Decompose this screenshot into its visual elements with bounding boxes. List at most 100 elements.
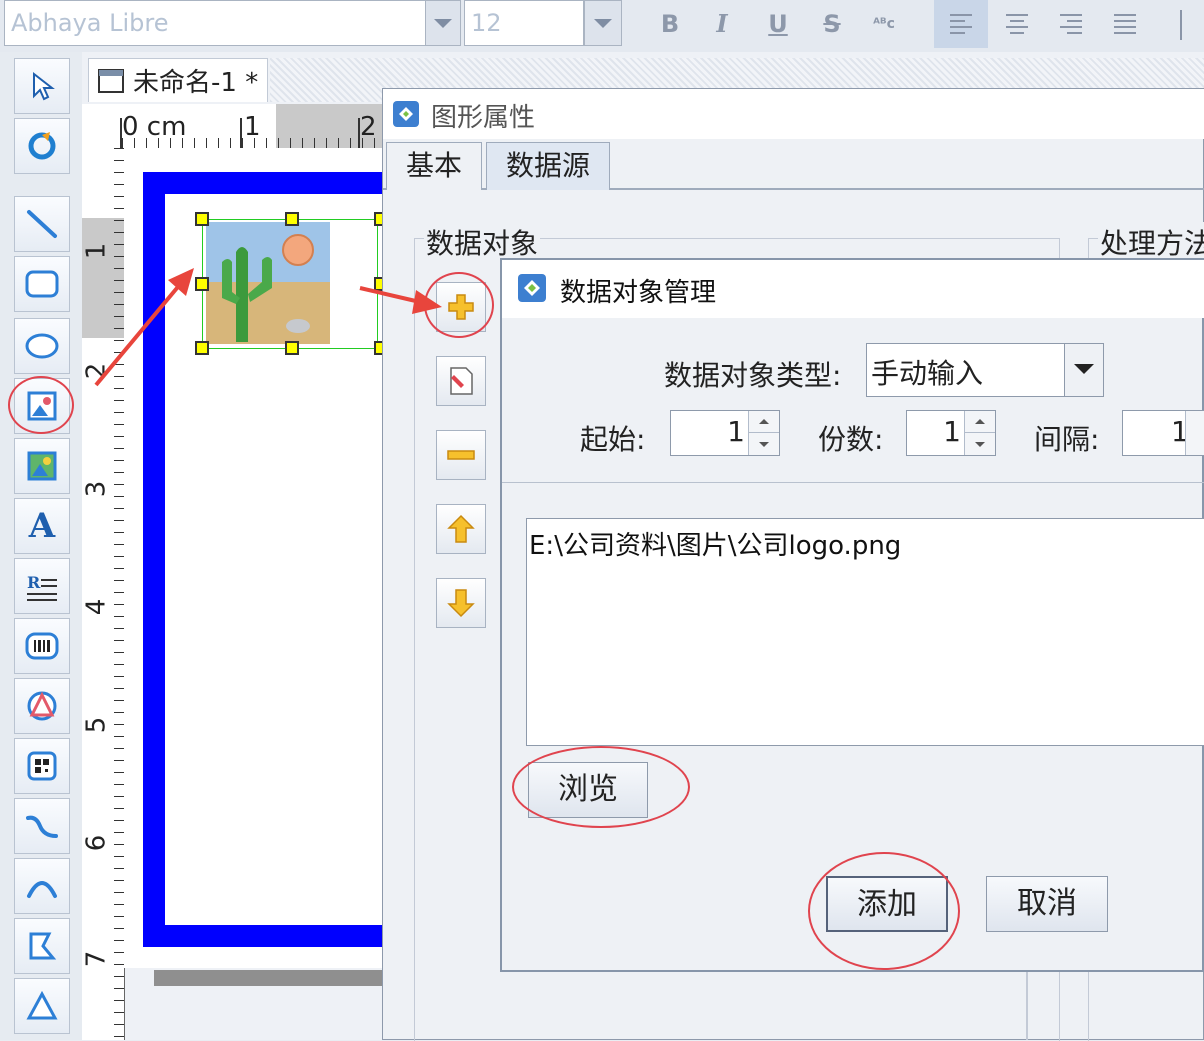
edit-pencil-icon — [450, 367, 473, 395]
align-right-icon — [1060, 14, 1082, 34]
triangle-circle-icon — [27, 691, 57, 721]
ruler-v-number: 5 — [82, 716, 112, 734]
triangle-tool-button[interactable] — [14, 978, 70, 1034]
highlight-circle-add — [424, 272, 494, 338]
data-object-group-label: 数据对象 — [424, 222, 541, 262]
curve-icon — [26, 815, 58, 838]
start-spinner-buttons[interactable] — [748, 411, 779, 455]
divider — [1026, 970, 1028, 1040]
italic-button[interactable]: I — [698, 2, 746, 48]
font-name-field[interactable]: Abhaya Libre — [4, 0, 426, 46]
font-name-dropdown-button[interactable] — [425, 0, 461, 46]
edit-data-object-button[interactable] — [436, 356, 486, 406]
underline-button[interactable]: U — [754, 2, 802, 48]
barcode-icon — [25, 632, 59, 660]
window-icon — [98, 68, 124, 93]
align-justify-button[interactable] — [1098, 0, 1152, 48]
align-center-icon — [1006, 14, 1028, 34]
picture-icon — [27, 451, 57, 481]
ruler-v-number: 3 — [82, 480, 112, 498]
tab-datasource-label: 数据源 — [505, 149, 590, 182]
highlight-circle-image-tool — [8, 376, 74, 434]
align-center-button[interactable] — [990, 0, 1044, 48]
format-toolbar: Abhaya Libre 12 B I U S ᴬᴮc — [0, 0, 1204, 53]
copies-spinner[interactable]: 1 — [906, 410, 996, 456]
resize-handle[interactable] — [195, 341, 209, 355]
barcode-tool-button[interactable] — [14, 618, 70, 674]
strikethrough-button[interactable]: S — [808, 2, 856, 48]
spin-down-icon[interactable] — [749, 433, 779, 455]
picture-tool-button[interactable] — [14, 438, 70, 494]
qr-code-icon — [27, 751, 57, 781]
resize-handle[interactable] — [285, 341, 299, 355]
data-object-dialog-titlebar: 数据对象管理 — [502, 260, 1204, 318]
chevron-down-icon — [434, 19, 452, 28]
horizontal-ruler: 0 cm 1 2 — [82, 104, 382, 149]
superscript-button[interactable]: ᴬᴮc — [860, 2, 908, 48]
start-spinner[interactable]: 1 — [670, 410, 780, 456]
spin-down-icon[interactable] — [965, 433, 995, 455]
move-down-button[interactable] — [436, 578, 486, 628]
arc-tool-button[interactable] — [14, 858, 70, 914]
data-text-area[interactable]: E:\公司资料\图片\公司logo.png — [526, 518, 1204, 746]
curve-tool-button[interactable] — [14, 798, 70, 854]
select-tool-button[interactable] — [14, 58, 70, 114]
font-size-value: 12 — [471, 9, 502, 37]
start-value: 1 — [727, 415, 745, 448]
polygon-icon — [29, 932, 57, 960]
align-right-button[interactable] — [1044, 0, 1098, 48]
resize-handle[interactable] — [195, 212, 209, 226]
rounded-rect-tool-button[interactable] — [14, 256, 70, 312]
tab-datasource[interactable]: 数据源 — [486, 142, 610, 190]
interval-label: 间隔: — [1034, 423, 1100, 456]
cactus-picture-icon — [206, 222, 330, 344]
highlight-circle-add-button — [808, 852, 960, 970]
chevron-down-icon — [1074, 364, 1094, 374]
font-size-field[interactable]: 12 — [464, 0, 584, 46]
arrow-down-icon — [447, 589, 475, 618]
superscript-icon: ᴬᴮc — [873, 16, 895, 32]
document-tab[interactable]: 未命名-1 * — [88, 58, 268, 102]
align-left-button[interactable] — [934, 0, 988, 48]
interval-spinner[interactable]: 1 — [1122, 410, 1204, 456]
spin-up-icon[interactable] — [749, 411, 779, 433]
richtext-tool-button[interactable]: R — [14, 558, 70, 614]
cancel-button[interactable]: 取消 — [986, 876, 1108, 932]
bold-button[interactable]: B — [646, 2, 694, 48]
bold-icon: B — [660, 10, 680, 38]
arc-icon — [27, 881, 57, 898]
start-label: 起始: — [580, 423, 646, 456]
data-path-text: E:\公司资料\图片\公司logo.png — [529, 531, 902, 561]
spin-up-icon[interactable] — [965, 411, 995, 433]
highlight-circle-browse — [512, 746, 690, 828]
remove-data-object-button[interactable] — [436, 430, 486, 480]
line-tool-button[interactable] — [14, 196, 70, 252]
font-size-dropdown-button[interactable] — [584, 0, 622, 46]
text-tool-button[interactable]: A — [14, 498, 70, 554]
more-format-icon[interactable] — [1180, 10, 1204, 40]
text-a-icon: A — [28, 506, 56, 546]
shape-tool-button[interactable] — [14, 678, 70, 734]
type-select-arrow[interactable] — [1064, 344, 1103, 396]
chevron-down-icon — [594, 19, 612, 28]
document-tab-title: 未命名-1 * — [133, 68, 259, 98]
rotate-tool-button[interactable] — [14, 118, 70, 174]
strikethrough-icon: S — [823, 10, 841, 38]
cactus-image[interactable] — [206, 222, 330, 344]
type-select[interactable]: 手动输入 — [866, 343, 1104, 397]
qrcode-tool-button[interactable] — [14, 738, 70, 794]
app-logo-icon — [393, 101, 419, 127]
ellipse-icon — [25, 333, 59, 359]
move-up-button[interactable] — [436, 504, 486, 554]
ruler-v-number: 2 — [82, 362, 112, 380]
resize-handle[interactable] — [195, 277, 209, 291]
tab-basic[interactable]: 基本 — [386, 142, 482, 190]
data-object-dialog-title: 数据对象管理 — [560, 278, 717, 308]
interval-spinner-buttons[interactable] — [1185, 411, 1204, 455]
copies-spinner-buttons[interactable] — [964, 411, 995, 455]
rounded-rectangle-icon — [25, 270, 59, 298]
polygon-tool-button[interactable] — [14, 918, 70, 974]
resize-handle[interactable] — [285, 212, 299, 226]
cursor-arrow-icon — [33, 71, 55, 101]
ellipse-tool-button[interactable] — [14, 318, 70, 374]
